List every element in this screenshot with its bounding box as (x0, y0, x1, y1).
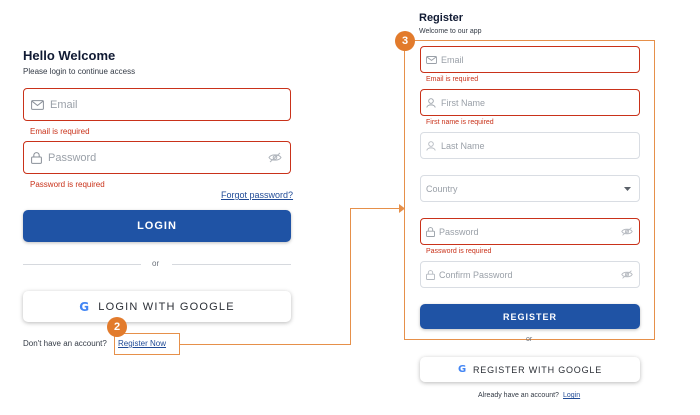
register-now-link[interactable]: Register Now (118, 339, 166, 348)
step-3-badge: 3 (395, 31, 415, 51)
eye-off-icon[interactable] (615, 270, 639, 279)
connector-horizontal-top (350, 208, 401, 209)
divider-right (172, 264, 291, 265)
confirm-password-placeholder: Confirm Password (439, 269, 513, 280)
login-email-placeholder: Email (50, 98, 78, 111)
lock-icon (421, 269, 439, 280)
last-name-placeholder: Last Name (441, 140, 485, 151)
login-link[interactable]: Login (563, 392, 580, 399)
lock-icon (421, 226, 439, 237)
login-password-error: Password is required (30, 180, 105, 189)
login-or-text: or (152, 259, 160, 268)
login-email-error: Email is required (30, 127, 90, 136)
login-button-label: LOGIN (137, 220, 177, 232)
step-2-badge: 2 (107, 317, 127, 337)
no-account-text: Don't have an account? (23, 339, 107, 348)
country-select[interactable]: Country (420, 175, 640, 202)
user-icon (421, 140, 441, 151)
register-subtitle: Welcome to our app (419, 28, 482, 35)
have-account-text: Already have an account? (478, 392, 559, 399)
forgot-password-link[interactable]: Forgot password? (221, 190, 293, 200)
first-name-error: First name is required (426, 119, 494, 126)
register-password-field[interactable]: Password (420, 218, 640, 245)
login-email-field[interactable]: Email (23, 88, 291, 121)
first-name-field[interactable]: First Name (420, 89, 640, 116)
register-email-placeholder: Email (441, 54, 464, 65)
register-email-field[interactable]: Email (420, 46, 640, 73)
lock-icon (24, 151, 48, 164)
login-password-field[interactable]: Password (23, 141, 291, 174)
mail-icon (421, 55, 441, 64)
user-icon (421, 97, 441, 108)
mail-icon (24, 99, 50, 110)
connector-vertical (350, 208, 351, 345)
first-name-placeholder: First Name (441, 97, 486, 108)
eye-off-icon[interactable] (260, 152, 290, 163)
country-placeholder: Country (426, 183, 458, 194)
eye-off-icon[interactable] (615, 227, 639, 236)
login-title: Hello Welcome (23, 48, 116, 63)
login-with-google-button[interactable]: G LOGIN WITH GOOGLE (23, 291, 291, 322)
last-name-field[interactable]: Last Name (420, 132, 640, 159)
login-subtitle: Please login to continue access (23, 67, 136, 76)
login-with-google-label: LOGIN WITH GOOGLE (98, 300, 235, 313)
connector-horizontal-bottom (180, 344, 350, 345)
login-button[interactable]: LOGIN (23, 210, 291, 242)
register-password-placeholder: Password (439, 226, 479, 237)
register-button[interactable]: REGISTER (420, 304, 640, 329)
register-password-error: Password is required (426, 248, 492, 255)
google-icon: G (79, 299, 91, 314)
register-email-error: Email is required (426, 76, 479, 83)
confirm-password-field[interactable]: Confirm Password (420, 261, 640, 288)
register-with-google-button[interactable]: G REGISTER WITH GOOGLE (420, 357, 640, 382)
chevron-down-icon (615, 186, 639, 191)
google-icon: G (457, 364, 467, 375)
divider-left (23, 264, 141, 265)
login-password-placeholder: Password (48, 151, 97, 164)
register-or-text: or (526, 336, 533, 343)
register-title: Register (419, 12, 464, 24)
register-with-google-label: REGISTER WITH GOOGLE (473, 364, 603, 375)
register-button-label: REGISTER (502, 311, 557, 322)
